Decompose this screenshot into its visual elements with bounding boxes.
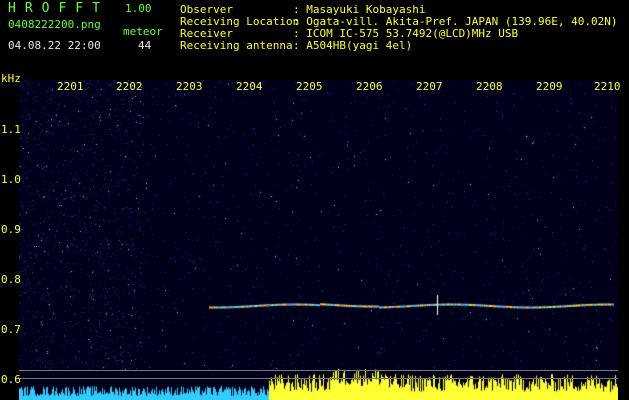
x-tick: 2203 <box>176 80 203 93</box>
x-tick: 2204 <box>236 80 263 93</box>
info-value-antenna: : A504HB(yagi 4el) <box>293 39 413 52</box>
app-version: 1.00 <box>125 2 152 15</box>
y-tick: 0.9 <box>1 223 21 236</box>
y-tick: 1.0 <box>1 173 21 186</box>
x-tick: 2207 <box>416 80 443 93</box>
y-tick: 0.7 <box>1 323 21 336</box>
y-tick: 0.8 <box>1 273 21 286</box>
x-tick: 2210 <box>594 80 621 93</box>
info-label-antenna: Receiving antenna <box>180 39 293 52</box>
meteor-count: 44 <box>138 39 152 52</box>
y-tick: 1.1 <box>1 123 21 136</box>
file-datetime: 04.08.22 22:00 <box>8 39 101 52</box>
x-tick: 2208 <box>476 80 503 93</box>
x-tick: 2202 <box>116 80 143 93</box>
plot-threshold-line <box>19 370 618 371</box>
x-tick: 2201 <box>57 80 84 93</box>
spectrogram-canvas <box>19 80 618 400</box>
y-tick: 0.6 <box>1 373 21 386</box>
y-axis-unit: kHz <box>1 72 21 85</box>
x-tick: 2206 <box>356 80 383 93</box>
file-name: 0408222200.png <box>8 18 101 31</box>
x-tick: 2205 <box>296 80 323 93</box>
app-title: HROFFT <box>8 1 109 16</box>
x-tick: 2209 <box>536 80 563 93</box>
meteor-label: meteor <box>123 25 163 38</box>
plot-baseline-line <box>19 378 618 379</box>
spectrogram-plot <box>19 80 618 400</box>
